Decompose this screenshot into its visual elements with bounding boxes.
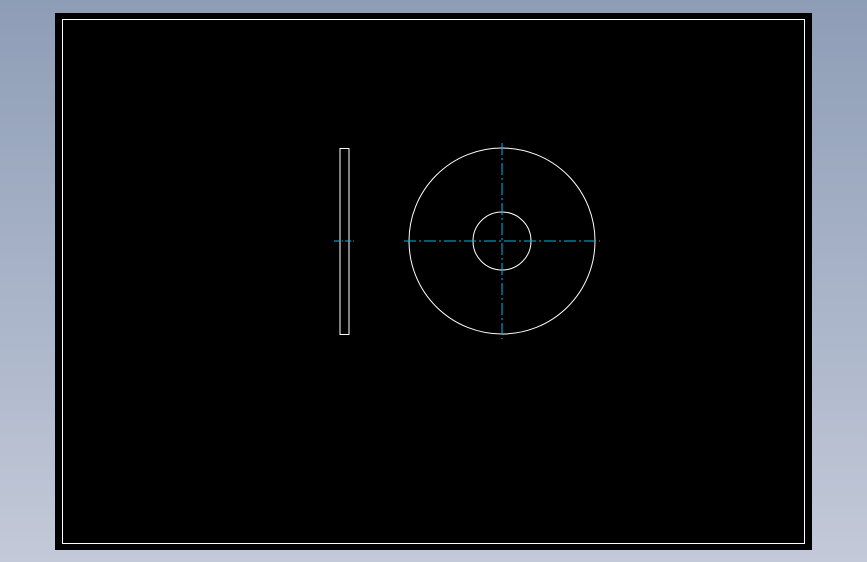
drawing-sheet bbox=[55, 13, 812, 550]
cad-viewport[interactable] bbox=[0, 0, 867, 562]
